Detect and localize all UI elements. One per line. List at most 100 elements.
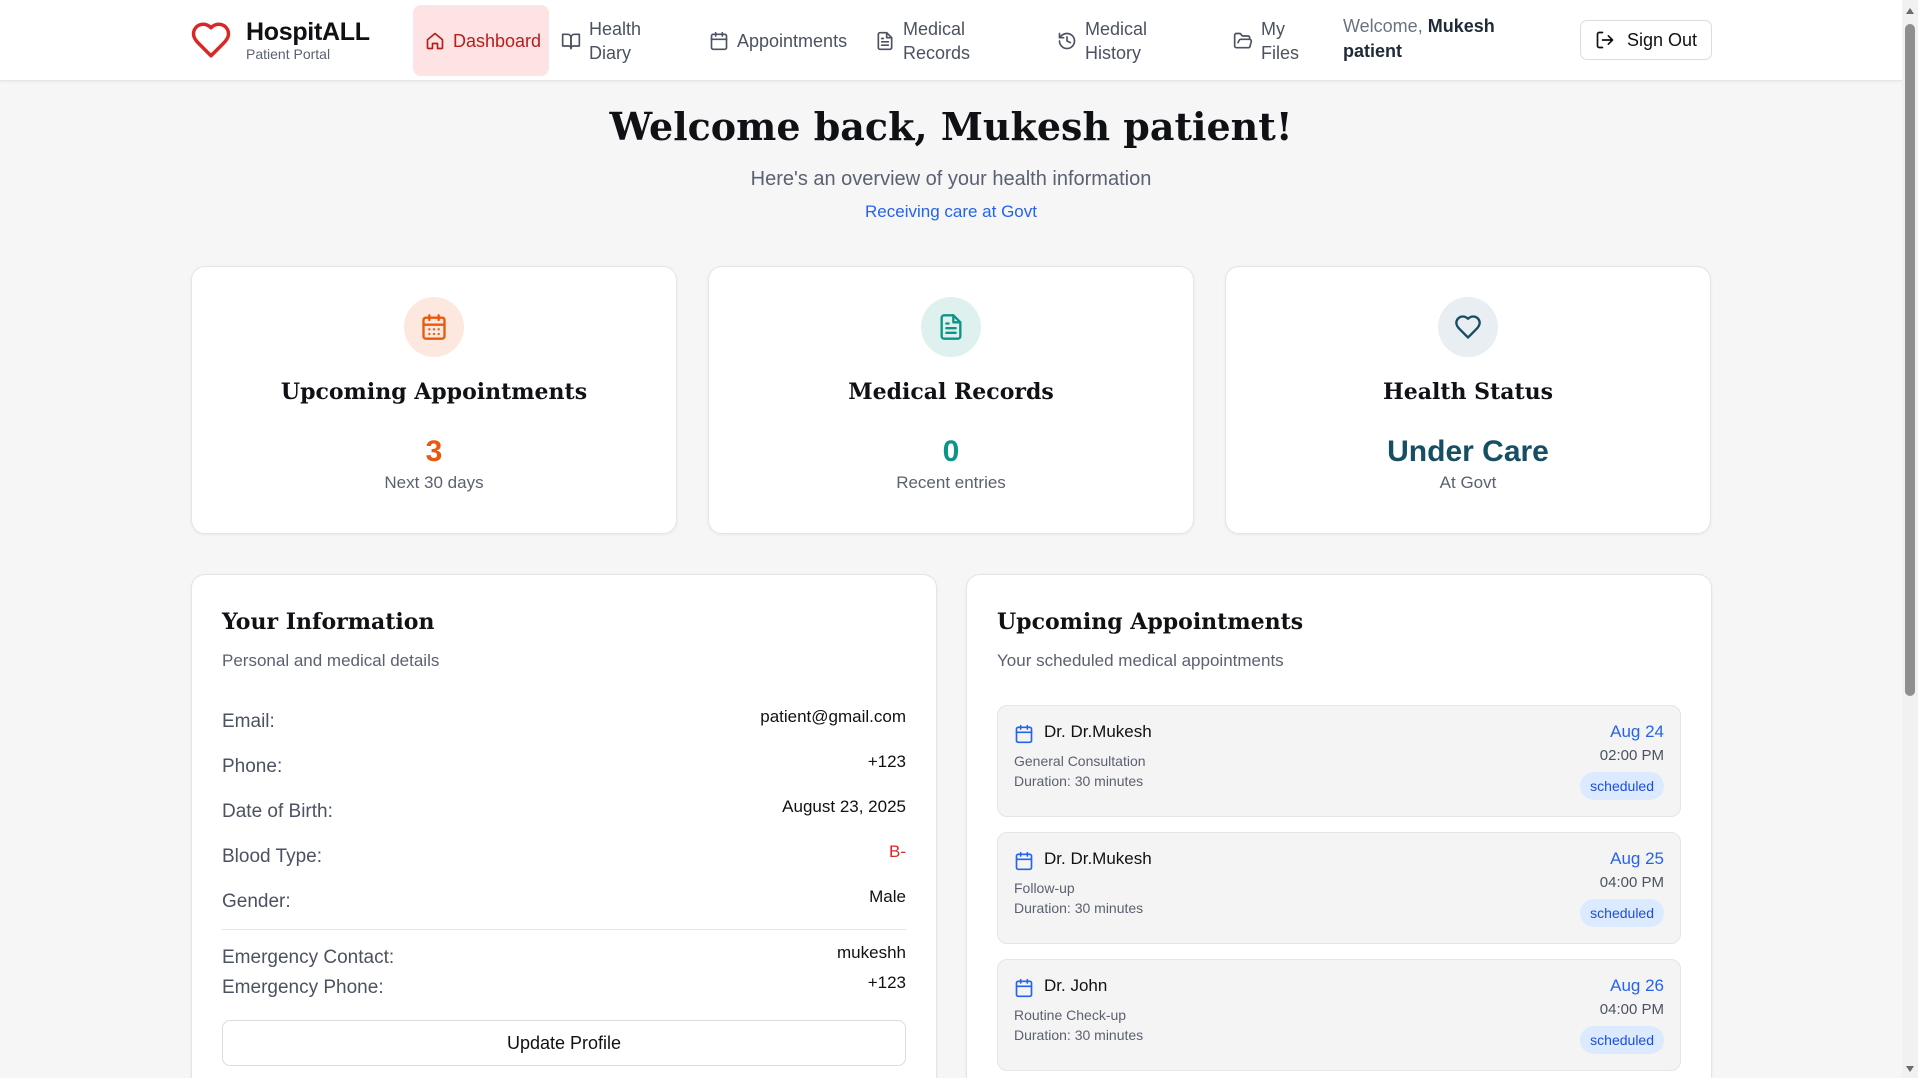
status-badge: scheduled — [1580, 899, 1664, 927]
info-value: mukeshh — [837, 943, 906, 962]
book-icon — [561, 33, 581, 49]
stat-icon-wrap — [1438, 297, 1498, 357]
heart-icon — [1455, 315, 1481, 339]
stat-card-appointments: Upcoming Appointments 3 Next 30 days — [191, 266, 677, 534]
info-value: August 23, 2025 — [782, 797, 906, 816]
appointment-type: Follow-up — [1014, 880, 1075, 896]
info-label: Gender: — [222, 891, 291, 912]
appointment-date: Aug 25 — [1610, 849, 1664, 868]
info-label: Email: — [222, 711, 275, 732]
info-row-email: Email: patient@gmail.com — [222, 705, 906, 735]
panel-title: Your Information — [222, 609, 435, 635]
page-title: Welcome back, Mukesh patient! — [609, 104, 1293, 149]
appointment-doctor: Dr. John — [1044, 976, 1108, 995]
stat-value: Under Care — [1387, 435, 1549, 468]
appointment-time: 04:00 PM — [1599, 874, 1664, 891]
status-badge: scheduled — [1580, 1026, 1664, 1054]
info-row-emergency-contact: Emergency Contact: mukeshh — [222, 941, 906, 971]
scrollbar-thumb[interactable] — [1905, 24, 1915, 696]
nav-appointments[interactable]: Appointments — [697, 5, 863, 76]
appointment-date: Aug 24 — [1610, 722, 1664, 741]
sign-out-button[interactable]: Sign Out — [1580, 20, 1712, 60]
history-icon — [1058, 32, 1076, 49]
appointment-duration: Duration: 30 minutes — [1014, 900, 1144, 916]
nav-health-diary-label: Health Diary — [589, 18, 642, 63]
divider — [222, 929, 906, 930]
nav-dashboard[interactable]: Dashboard — [413, 5, 549, 76]
stat-label: Recent entries — [896, 473, 1006, 492]
panel-subtitle: Your scheduled medical appointments — [997, 651, 1284, 670]
nav-medical-history[interactable]: Medical History — [1045, 5, 1221, 76]
your-information-panel: Your Information Personal and medical de… — [191, 574, 937, 1078]
info-value: +123 — [867, 752, 906, 771]
nav-medical-records[interactable]: Medical Records — [863, 5, 1045, 76]
calendar-icon — [710, 31, 728, 50]
info-row-dob: Date of Birth: August 23, 2025 — [222, 795, 906, 825]
calendar-icon — [1015, 978, 1033, 998]
nav-health-diary[interactable]: Health Diary — [549, 5, 697, 76]
brand[interactable]: HospitALL Patient Portal — [190, 18, 370, 62]
main-nav: Dashboard Health Diary Appointments Medi… — [413, 5, 1329, 76]
nav-my-files-label: My Files — [1261, 18, 1300, 63]
heart-logo-icon — [191, 22, 231, 58]
home-icon — [426, 32, 444, 49]
file-text-icon — [877, 31, 893, 50]
info-value: B- — [889, 842, 906, 861]
stat-label: At Govt — [1439, 473, 1497, 492]
nav-my-files[interactable]: My Files — [1221, 5, 1329, 76]
panel-title: Upcoming Appointments — [997, 609, 1304, 635]
nav-dashboard-label: Dashboard — [453, 30, 542, 51]
info-row-gender: Gender: Male — [222, 885, 906, 915]
appointment-card[interactable]: Dr. Dr.Mukesh Follow-up Duration: 30 min… — [997, 832, 1681, 944]
panel-subtitle: Personal and medical details — [222, 651, 440, 670]
info-label: Date of Birth: — [222, 801, 333, 822]
appointment-time: 04:00 PM — [1599, 1001, 1664, 1018]
info-value: patient@gmail.com — [760, 707, 906, 726]
appointment-type: Routine Check-up — [1014, 1007, 1127, 1023]
stat-icon-wrap — [921, 297, 981, 357]
scroll-up-arrow-icon[interactable] — [1906, 8, 1914, 14]
update-profile-button[interactable]: Update Profile — [222, 1020, 906, 1066]
nav-medical-records-label: Medical Records — [903, 18, 971, 63]
info-value: +123 — [867, 973, 906, 992]
calendar-icon — [1015, 724, 1033, 744]
folder-open-icon — [1233, 32, 1253, 49]
info-value: Male — [869, 887, 906, 906]
brand-name: HospitALL — [246, 18, 370, 46]
appointment-type: General Consultation — [1014, 753, 1146, 769]
brand-subtitle: Patient Portal — [246, 46, 331, 62]
stat-title: Upcoming Appointments — [280, 379, 588, 405]
file-text-icon — [940, 314, 962, 340]
info-label: Phone: — [222, 756, 283, 777]
appointment-duration: Duration: 30 minutes — [1014, 1027, 1144, 1043]
upcoming-appointments-panel: Upcoming Appointments Your scheduled med… — [966, 574, 1712, 1078]
stat-card-health-status: Health Status Under Care At Govt — [1225, 266, 1711, 534]
appointment-duration: Duration: 30 minutes — [1014, 773, 1144, 789]
calendar-icon — [1015, 851, 1033, 871]
stat-title: Medical Records — [848, 379, 1054, 405]
nav-appointments-label: Appointments — [737, 30, 848, 51]
info-label: Emergency Contact: — [222, 947, 395, 968]
stat-value: 3 — [425, 435, 443, 468]
scroll-down-arrow-icon[interactable] — [1906, 1066, 1914, 1072]
stat-value: 0 — [942, 435, 960, 468]
sign-out-label: Sign Out — [1626, 29, 1698, 50]
calendar-icon — [422, 314, 446, 340]
appointment-time: 02:00 PM — [1599, 747, 1664, 764]
info-label: Emergency Phone: — [222, 977, 384, 998]
stat-title: Health Status — [1382, 379, 1554, 405]
info-row-emergency-phone: Emergency Phone: +123 — [222, 971, 906, 1001]
status-badge: scheduled — [1580, 772, 1664, 800]
info-row-phone: Phone: +123 — [222, 750, 906, 780]
stat-icon-wrap — [404, 297, 464, 357]
stat-card-medical-records: Medical Records 0 Recent entries — [708, 266, 1194, 534]
info-row-blood-type: Blood Type: B- — [222, 840, 906, 870]
stat-label: Next 30 days — [384, 473, 484, 492]
appointment-card[interactable]: Dr. Dr.Mukesh General Consultation Durat… — [997, 705, 1681, 817]
appointment-date: Aug 26 — [1610, 976, 1664, 995]
appointment-card[interactable]: Dr. John Routine Check-up Duration: 30 m… — [997, 959, 1681, 1071]
page-subtitle: Here's an overview of your health inform… — [750, 168, 1152, 190]
welcome-user: Welcome, Mukesh patient — [1343, 14, 1513, 64]
info-label: Blood Type: — [222, 846, 323, 867]
top-navbar: HospitALL Patient Portal Dashboard Healt… — [0, 0, 1902, 81]
